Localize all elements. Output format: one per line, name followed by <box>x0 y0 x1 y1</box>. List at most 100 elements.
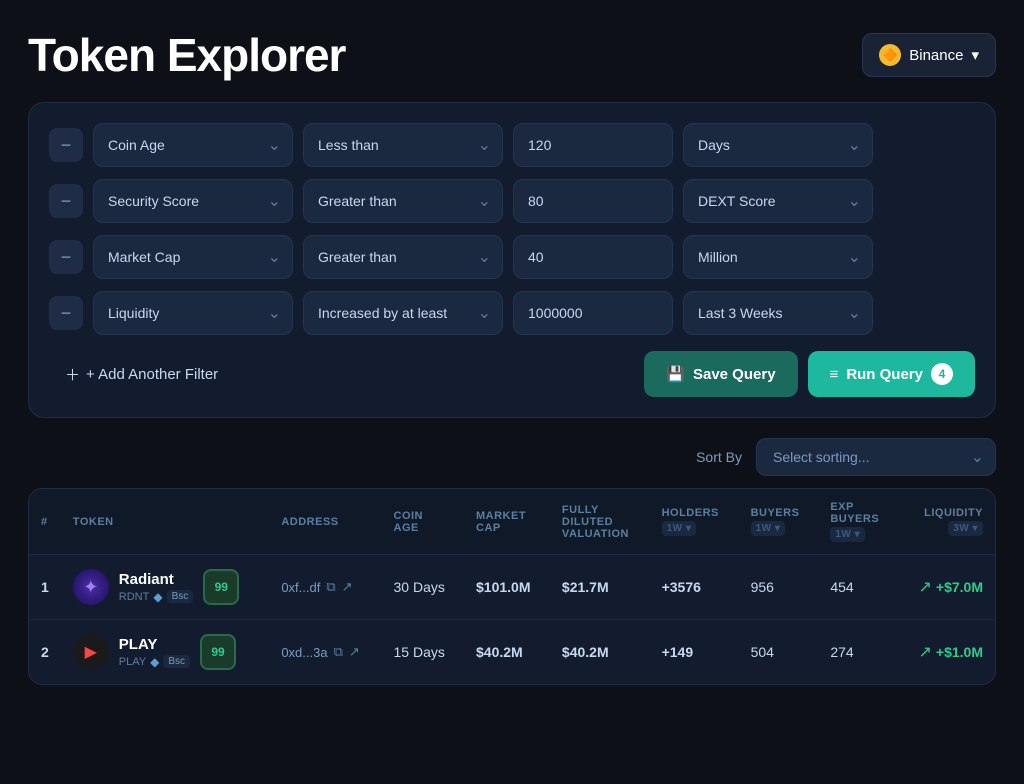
page-title: Token Explorer <box>28 28 345 82</box>
holders-cell: +3576 <box>650 555 739 620</box>
save-icon: 💾 <box>666 365 685 383</box>
filter-4-unit-wrapper: Last 3 WeeksLast 1 WeekLast 1 MonthUSD <box>683 291 873 335</box>
remove-filter-4-button[interactable]: − <box>49 296 83 330</box>
table-row[interactable]: 2 ▶ PLAY PLAY ◆ Bsc 99 0xd...3a ⧉ <box>29 620 995 685</box>
external-link-icon[interactable]: ↗ <box>342 579 353 595</box>
copy-icon[interactable]: ⧉ <box>334 644 343 660</box>
filter-4-field-select[interactable]: Coin AgeSecurity ScoreMarket CapLiquidit… <box>93 291 293 335</box>
buyers-cell: 504 <box>739 620 819 685</box>
token-info: PLAY PLAY ◆ Bsc <box>119 636 190 669</box>
filter-row-2: −Coin AgeSecurity ScoreMarket CapLiquidi… <box>49 179 975 223</box>
filter-1-condition-select[interactable]: Less thanGreater thanEqual toIncreased b… <box>303 123 503 167</box>
buyers-filter[interactable]: 1W ▾ <box>751 521 786 536</box>
market-cap-cell: $101.0M <box>464 555 550 620</box>
filter-actions: ＋ + Add Another Filter 💾 Save Query ≡ Ru… <box>49 351 975 397</box>
filter-1-condition-wrapper: Less thanGreater thanEqual toIncreased b… <box>303 123 503 167</box>
query-action-buttons: 💾 Save Query ≡ Run Query 4 <box>644 351 975 397</box>
security-score-badge: 99 <box>203 569 239 605</box>
table-row[interactable]: 1 ✦ Radiant RDNT ◆ Bsc 99 0xf...df ⧉ <box>29 555 995 620</box>
filter-1-unit-select[interactable]: DaysWeeksMonths <box>683 123 873 167</box>
sort-select[interactable]: Select sorting... <box>756 438 996 476</box>
exchange-icon: 🔶 <box>879 44 901 66</box>
exp-buyers-filter[interactable]: 1W ▾ <box>830 527 865 542</box>
remove-filter-3-button[interactable]: − <box>49 240 83 274</box>
add-filter-label: + Add Another Filter <box>86 366 218 383</box>
exchange-selector[interactable]: 🔶 Binance ▾ <box>862 33 996 77</box>
col-liquidity: LIQUIDITY 3W ▾ <box>898 489 995 555</box>
filter-4-unit-select[interactable]: Last 3 WeeksLast 1 WeekLast 1 MonthUSD <box>683 291 873 335</box>
filter-4-field-wrapper: Coin AgeSecurity ScoreMarket CapLiquidit… <box>93 291 293 335</box>
address-cell: 0xf...df ⧉ ↗ <box>269 555 381 620</box>
filter-2-condition-wrapper: Less thanGreater thanEqual toIncreased b… <box>303 179 503 223</box>
exchange-name: Binance <box>909 47 963 64</box>
liquidity-cell: ↗ +$1.0M <box>898 620 995 685</box>
fdv-cell: $21.7M <box>550 555 650 620</box>
col-num: # <box>29 489 61 555</box>
col-token: TOKEN <box>61 489 270 555</box>
save-query-button[interactable]: 💾 Save Query <box>644 351 797 397</box>
address-text: 0xf...df <box>281 580 320 595</box>
liquidity-arrow-icon: ↗ <box>919 577 932 597</box>
coin-age-cell: 15 Days <box>382 620 465 685</box>
filter-1-value-input[interactable] <box>513 123 673 167</box>
filter-3-unit-select[interactable]: MillionBillionUSD <box>683 235 873 279</box>
coin-age-cell: 30 Days <box>382 555 465 620</box>
filter-3-field-wrapper: Coin AgeSecurity ScoreMarket CapLiquidit… <box>93 235 293 279</box>
holders-cell: +149 <box>650 620 739 685</box>
filter-3-value-input[interactable] <box>513 235 673 279</box>
token-logo: ▶ <box>73 634 109 670</box>
chain-icon: ◆ <box>153 590 162 604</box>
filter-3-condition-wrapper: Less thanGreater thanEqual toIncreased b… <box>303 235 503 279</box>
col-fdv: FULLYDILUTEDVALUATION <box>550 489 650 555</box>
filter-2-unit-select[interactable]: DEXT Score <box>683 179 873 223</box>
token-info: Radiant RDNT ◆ Bsc <box>119 571 193 604</box>
filter-row-3: −Coin AgeSecurity ScoreMarket CapLiquidi… <box>49 235 975 279</box>
liquidity-cell: ↗ +$7.0M <box>898 555 995 620</box>
filter-2-field-select[interactable]: Coin AgeSecurity ScoreMarket CapLiquidit… <box>93 179 293 223</box>
save-query-label: Save Query <box>693 366 776 383</box>
filter-1-field-select[interactable]: Coin AgeSecurity ScoreMarket CapLiquidit… <box>93 123 293 167</box>
row-number: 2 <box>29 620 61 685</box>
filter-2-unit-wrapper: DEXT Score <box>683 179 873 223</box>
filter-3-field-select[interactable]: Coin AgeSecurity ScoreMarket CapLiquidit… <box>93 235 293 279</box>
table-body: 1 ✦ Radiant RDNT ◆ Bsc 99 0xf...df ⧉ <box>29 555 995 685</box>
filter-row-1: −Coin AgeSecurity ScoreMarket CapLiquidi… <box>49 123 975 167</box>
filter-panel: −Coin AgeSecurity ScoreMarket CapLiquidi… <box>28 102 996 418</box>
sort-select-wrapper[interactable]: Select sorting... <box>756 438 996 476</box>
token-name: PLAY <box>119 636 190 653</box>
plus-icon: ＋ <box>65 364 80 385</box>
token-cell: ▶ PLAY PLAY ◆ Bsc 99 <box>61 620 270 685</box>
holders-filter[interactable]: 1W ▾ <box>662 521 697 536</box>
chain-badge: Bsc <box>163 655 190 668</box>
filter-3-condition-select[interactable]: Less thanGreater thanEqual toIncreased b… <box>303 235 503 279</box>
filter-icon: ≡ <box>830 366 839 383</box>
col-exp-buyers: EXPBUYERS 1W ▾ <box>818 489 898 555</box>
run-query-label: Run Query <box>846 366 923 383</box>
run-query-button[interactable]: ≡ Run Query 4 <box>808 351 975 397</box>
filter-4-condition-wrapper: Less thanGreater thanEqual toIncreased b… <box>303 291 503 335</box>
results-table: # TOKEN ADDRESS COINAGE MARKETCAP FULLYD… <box>29 489 995 684</box>
buyers-cell: 956 <box>739 555 819 620</box>
results-table-container: # TOKEN ADDRESS COINAGE MARKETCAP FULLYD… <box>28 488 996 685</box>
filter-2-condition-select[interactable]: Less thanGreater thanEqual toIncreased b… <box>303 179 503 223</box>
chevron-down-icon: ▾ <box>971 46 979 64</box>
table-header: # TOKEN ADDRESS COINAGE MARKETCAP FULLYD… <box>29 489 995 555</box>
results-header: Sort By Select sorting... <box>28 438 996 476</box>
filter-4-value-input[interactable] <box>513 291 673 335</box>
add-filter-button[interactable]: ＋ + Add Another Filter <box>49 354 234 395</box>
filter-1-unit-wrapper: DaysWeeksMonths <box>683 123 873 167</box>
liquidity-filter[interactable]: 3W ▾ <box>948 521 983 536</box>
remove-filter-2-button[interactable]: − <box>49 184 83 218</box>
copy-icon[interactable]: ⧉ <box>326 579 335 595</box>
address-text: 0xd...3a <box>281 645 327 660</box>
filter-row-4: −Coin AgeSecurity ScoreMarket CapLiquidi… <box>49 291 975 335</box>
remove-filter-1-button[interactable]: − <box>49 128 83 162</box>
token-logo: ✦ <box>73 569 109 605</box>
external-link-icon[interactable]: ↗ <box>349 644 360 660</box>
liquidity-value: +$7.0M <box>936 579 983 595</box>
col-holders: HOLDERS 1W ▾ <box>650 489 739 555</box>
filter-4-condition-select[interactable]: Less thanGreater thanEqual toIncreased b… <box>303 291 503 335</box>
filter-2-value-input[interactable] <box>513 179 673 223</box>
fdv-cell: $40.2M <box>550 620 650 685</box>
sort-label: Sort By <box>696 449 742 465</box>
